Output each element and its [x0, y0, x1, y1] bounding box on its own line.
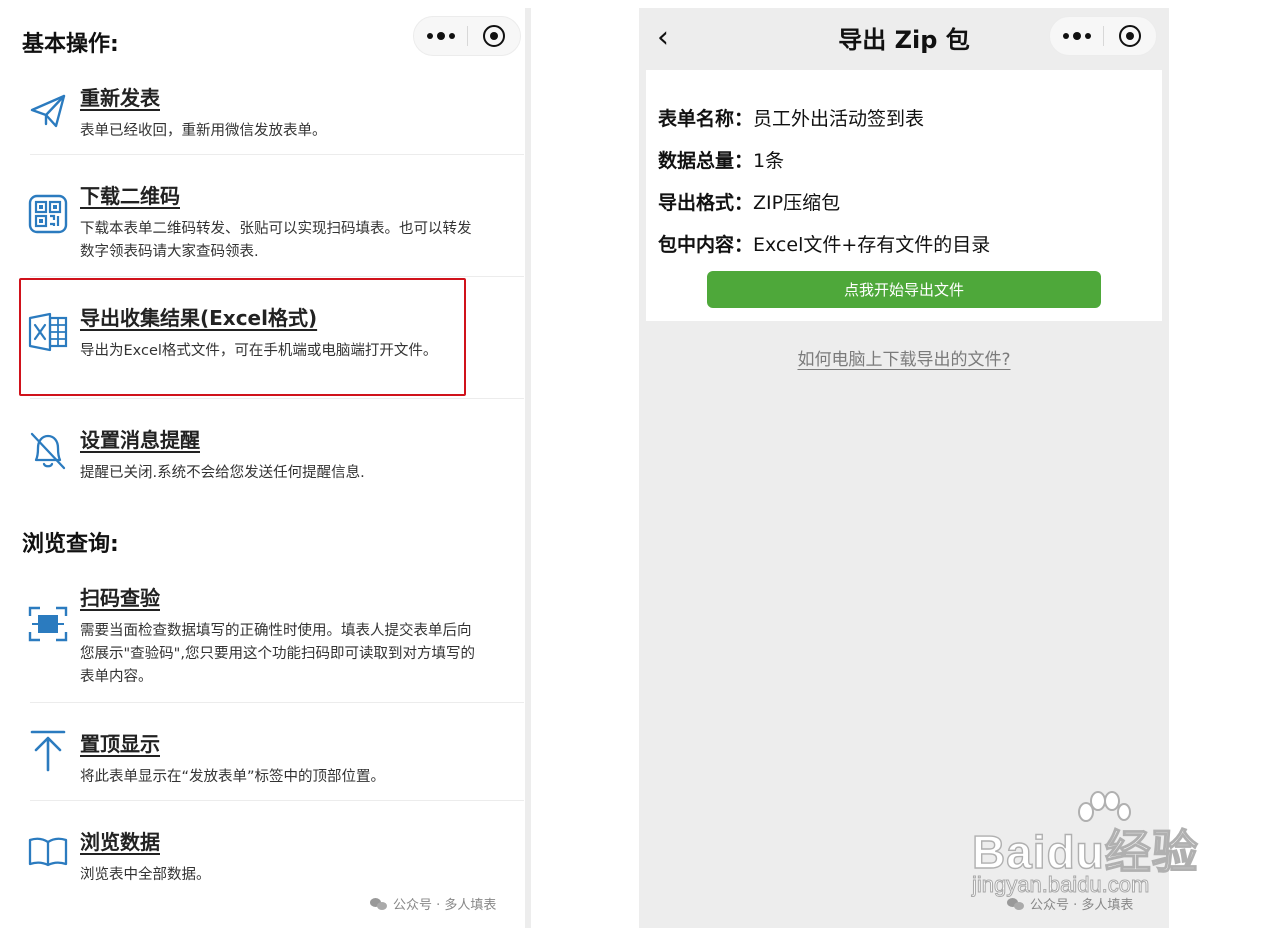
more-menu-button[interactable]: [414, 32, 467, 40]
action-title: 设置消息提醒: [80, 428, 200, 452]
section-title-basic: 基本操作:: [22, 32, 119, 57]
mini-program-capsule: [413, 16, 521, 56]
form-actions-panel: 基本操作: 重新发表 表单已经收回，重新用微信发放表单。 下载二维码 下载本表单…: [8, 8, 531, 928]
action-desc: 表单已经收回，重新用微信发放表单。: [80, 123, 327, 139]
action-notification-settings[interactable]: 设置消息提醒 提醒已关闭.系统不会给您发送任何提醒信息.: [22, 424, 522, 494]
dot: [448, 33, 455, 39]
dot: [436, 32, 445, 40]
wechat-icon: [370, 897, 388, 911]
field-key: 数据总量：: [658, 150, 754, 172]
help-link-text: 如何电脑上下载导出的文件?: [797, 350, 1011, 370]
divider: [30, 800, 524, 801]
action-pin-top[interactable]: 置顶显示 将此表单显示在“发放表单”标签中的顶部位置。: [22, 728, 522, 798]
export-info-card: 表单名称：员工外出活动签到表 数据总量：1条 导出格式：ZIP压缩包 包中内容：…: [646, 70, 1162, 321]
dot: [1072, 32, 1081, 40]
field-key: 包中内容：: [658, 234, 754, 256]
action-desc: 浏览表中全部数据。: [80, 867, 211, 883]
watermark-text: 公众号 · 多人填表: [393, 898, 497, 913]
target-icon: [482, 25, 505, 47]
mini-program-capsule: [1049, 16, 1157, 56]
more-menu-button[interactable]: [1050, 32, 1103, 40]
pin-top-icon: [30, 730, 66, 772]
dot: [1084, 33, 1091, 39]
section-title-browse: 浏览查询:: [22, 532, 119, 557]
field-package-content: 包中内容：Excel文件+存有文件的目录: [658, 230, 990, 257]
action-desc: 将此表单显示在“发放表单”标签中的顶部位置。: [80, 769, 386, 785]
start-export-button[interactable]: 点我开始导出文件: [707, 271, 1101, 308]
divider: [30, 154, 524, 155]
field-data-count: 数据总量：1条: [658, 146, 784, 173]
action-title: 下载二维码: [80, 184, 180, 208]
dot: [426, 33, 433, 39]
field-value: 员工外出活动签到表: [753, 108, 925, 130]
action-desc: 需要当面检查数据填写的正确性时使用。填表人提交表单后向您展示"查验码",您只要用…: [80, 623, 475, 685]
divider: [30, 398, 524, 399]
wechat-watermark: 公众号 · 多人填表: [370, 894, 496, 913]
action-desc: 下载本表单二维码转发、张贴可以实现扫码填表。也可以转发数字领表码请大家查码领表.: [80, 221, 472, 260]
action-title: 浏览数据: [80, 830, 160, 854]
field-key: 表单名称：: [658, 108, 754, 130]
action-scan-verify[interactable]: 扫码查验 需要当面检查数据填写的正确性时使用。填表人提交表单后向您展示"查验码"…: [22, 582, 522, 694]
scan-icon: [28, 606, 68, 642]
field-value: ZIP压缩包: [753, 192, 841, 214]
baidu-watermark: Baidu经验 jingyan.baidu.com: [971, 790, 1202, 900]
qr-code-icon: [28, 194, 68, 234]
field-value: 1条: [753, 150, 785, 172]
panel-edge: [525, 8, 531, 928]
action-browse-data[interactable]: 浏览数据 浏览表中全部数据。: [22, 826, 522, 896]
book-icon: [28, 837, 68, 867]
action-title: 重新发表: [80, 86, 160, 110]
close-program-button[interactable]: [1104, 25, 1156, 47]
field-form-name: 表单名称：员工外出活动签到表: [658, 104, 924, 131]
action-download-qr[interactable]: 下载二维码 下载本表单二维码转发、张贴可以实现扫码填表。也可以转发数字领表码请大…: [22, 180, 522, 270]
action-title: 置顶显示: [80, 732, 160, 756]
help-download-link[interactable]: 如何电脑上下载导出的文件?: [639, 345, 1169, 370]
nav-bar: ‹ 导出 Zip 包: [639, 8, 1169, 64]
action-desc: 提醒已关闭.系统不会给您发送任何提醒信息.: [80, 465, 365, 481]
field-export-format: 导出格式：ZIP压缩包: [658, 188, 840, 215]
bell-off-icon: [30, 432, 66, 470]
field-key: 导出格式：: [658, 192, 754, 214]
divider: [30, 276, 524, 277]
field-value: Excel文件+存有文件的目录: [753, 234, 991, 256]
action-title: 扫码查验: [80, 586, 160, 610]
dot: [1062, 33, 1069, 39]
divider: [30, 702, 524, 703]
action-republish[interactable]: 重新发表 表单已经收回，重新用微信发放表单。: [22, 82, 522, 152]
close-program-button[interactable]: [468, 25, 520, 47]
baidu-url: jingyan.baidu.com: [971, 872, 1150, 898]
paper-plane-icon: [30, 94, 66, 128]
highlight-box: [19, 278, 466, 396]
target-icon: [1118, 25, 1141, 47]
